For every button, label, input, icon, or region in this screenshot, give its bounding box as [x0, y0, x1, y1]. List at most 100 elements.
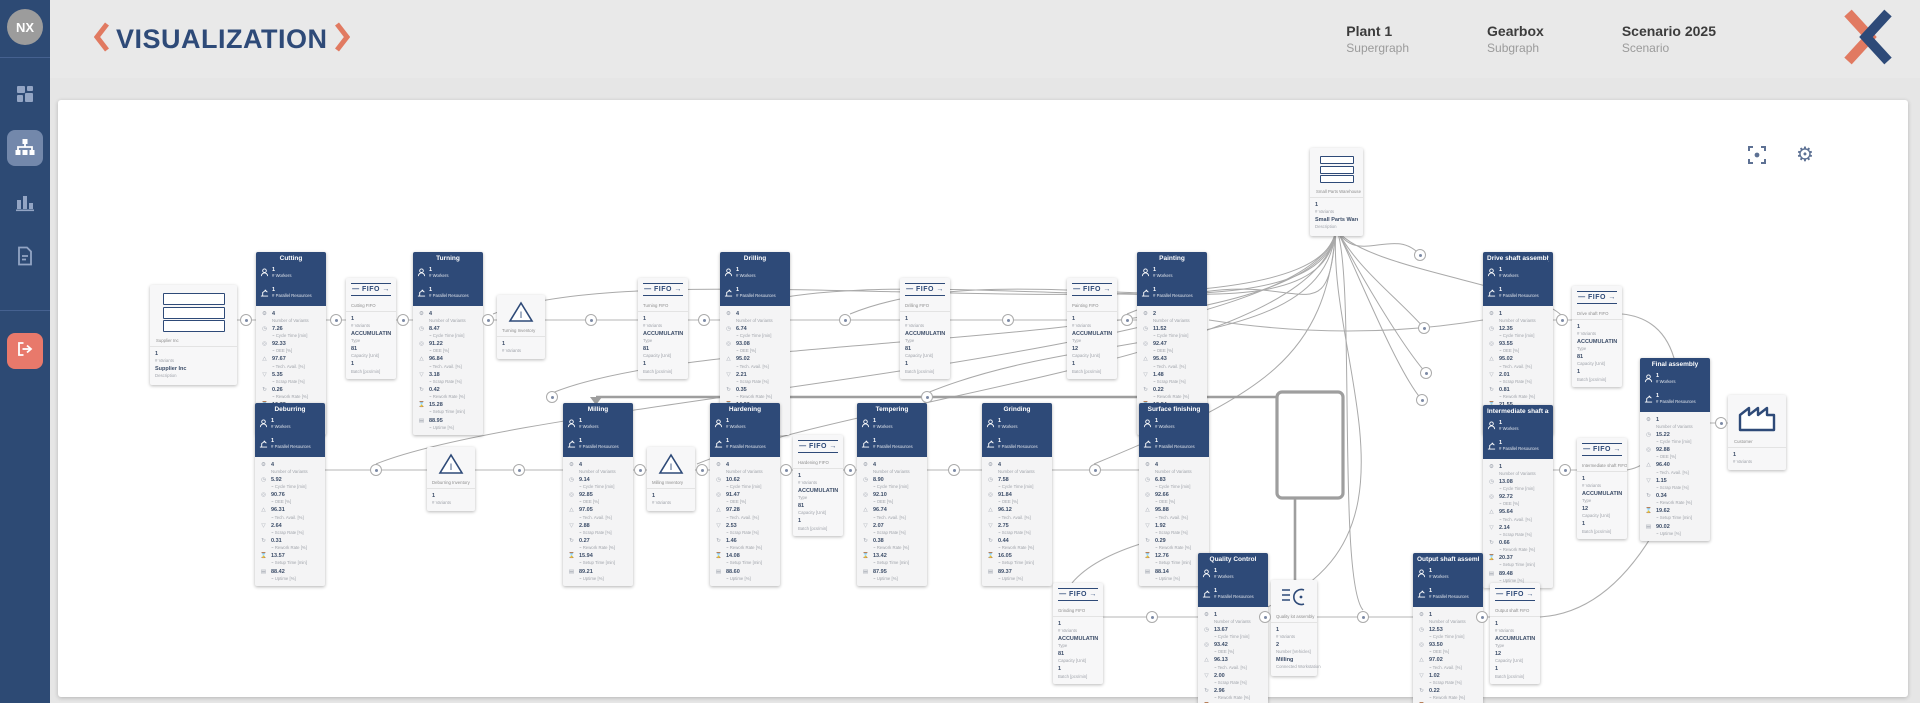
machine-icon	[1644, 390, 1653, 408]
fifo-glyph: — FIFO →	[1577, 291, 1617, 304]
process-box-final-assembly[interactable]: Final assembly1# Workers1# Parallel Reso…	[1640, 358, 1710, 541]
metric-value: 89.21	[579, 569, 604, 576]
fifo-value: 1	[1577, 324, 1617, 331]
junction-node[interactable]	[1414, 249, 1426, 261]
junction-node[interactable]	[482, 314, 494, 326]
fifo-row: 1# Variants	[1490, 619, 1540, 634]
metric-label: ~ Scrap Rate [%]	[998, 530, 1031, 535]
process-box-quality-control[interactable]: Quality Control1# Workers1# Parallel Res…	[1198, 553, 1268, 703]
junction-node[interactable]	[513, 464, 525, 476]
junction-node[interactable]	[397, 314, 409, 326]
metric-row: ◷9.14~ Cycle Time [min]	[563, 475, 633, 490]
metric-value: 13.67	[1214, 627, 1249, 634]
metric-label: Number of Variants	[998, 469, 1035, 474]
clock-icon: ◷	[1144, 477, 1151, 485]
fifo-box-grinding-fifo[interactable]: — FIFO →Grinding FIFO1# VariantsACCUMULA…	[1053, 583, 1103, 684]
fifo-value: 1	[1577, 369, 1617, 376]
gosee-box[interactable]: Quality lot assembly1# Variants2Number […	[1271, 580, 1317, 676]
context-scenario[interactable]: Scenario 2025 Scenario	[1622, 23, 1716, 55]
diagram-canvas[interactable]	[58, 100, 1908, 697]
junction-node[interactable]	[634, 464, 646, 476]
process-box-tempering[interactable]: Tempering1# Workers1# Parallel Resources…	[857, 403, 927, 586]
junction-node[interactable]	[330, 314, 342, 326]
logout-button[interactable]	[7, 333, 43, 369]
junction-node[interactable]	[1476, 611, 1488, 623]
metric-row: ◷5.92~ Cycle Time [min]	[255, 475, 325, 490]
fifo-label: Type	[1577, 346, 1617, 351]
fit-view-button[interactable]	[1744, 144, 1770, 170]
junction-node[interactable]	[1418, 322, 1430, 334]
process-box-output-shaft-assembly[interactable]: Output shaft assembly1# Workers1# Parall…	[1413, 553, 1483, 703]
fifo-box-turning-fifo[interactable]: — FIFO →Turning FIFO1# VariantsACCUMULAT…	[638, 278, 688, 379]
settings-button[interactable]: ⚙	[1792, 142, 1818, 168]
junction-node[interactable]	[921, 391, 933, 403]
metric-row: △95.02~ Tech. Avail. [%]	[1483, 355, 1553, 370]
fifo-box-intermediate-shaft-fifo[interactable]: — FIFO →Intermediate shaft FIFO1# Varian…	[1577, 438, 1627, 539]
junction-node[interactable]	[1416, 394, 1428, 406]
process-box-intermediate-shaft-assembly[interactable]: Intermediate shaft assembly1# Workers1# …	[1483, 405, 1553, 588]
sidebar-item-statistics[interactable]	[7, 184, 43, 220]
inventory-box-turning-inventory[interactable]: ITurning Inventory1# Variants	[497, 295, 545, 359]
process-header-row: 1# Parallel Resources	[567, 435, 629, 453]
junction-node[interactable]	[780, 464, 792, 476]
junction-node[interactable]	[1259, 611, 1271, 623]
junction-node[interactable]	[948, 464, 960, 476]
process-box-milling[interactable]: Milling1# Workers1# Parallel Resources⚙4…	[563, 403, 633, 586]
junction-node[interactable]	[1002, 314, 1014, 326]
junction-node[interactable]	[240, 314, 252, 326]
metric-value: 90.02	[1656, 524, 1681, 531]
station-warehouse[interactable]: Small Parts Warehouse1# VariantsSmall Pa…	[1310, 148, 1363, 236]
fifo-box-drive-shaft-fifo[interactable]: — FIFO →Drive shaft FIFO1# VariantsACCUM…	[1572, 286, 1622, 387]
junction-node[interactable]	[1357, 611, 1369, 623]
sidebar-item-dashboard[interactable]	[7, 76, 43, 112]
inventory-box-milling-inventory[interactable]: IMilling Inventory1# Variants	[647, 447, 695, 511]
junction-node[interactable]	[1559, 464, 1571, 476]
junction-node[interactable]	[1121, 314, 1133, 326]
process-box-grinding[interactable]: Grinding1# Workers1# Parallel Resources⚙…	[982, 403, 1052, 586]
process-box-deburring[interactable]: Deburring1# Workers1# Parallel Resources…	[255, 403, 325, 586]
metric-label: ~ Tech. Avail. [%]	[873, 515, 906, 520]
sidebar-item-visualization[interactable]	[7, 130, 43, 166]
process-metrics: ⚙4Number of Variants◷8.47~ Cycle Time [m…	[413, 306, 483, 435]
process-box-hardening[interactable]: Hardening1# Workers1# Parallel Resources…	[710, 403, 780, 586]
junction-node[interactable]	[839, 314, 851, 326]
fifo-box-painting-fifo[interactable]: — FIFO →Painting FIFO1# VariantsACCUMULA…	[1067, 278, 1117, 379]
context-supergraph[interactable]: Plant 1 Supergraph	[1346, 23, 1409, 55]
user-avatar[interactable]: NX	[7, 9, 43, 45]
fifo-label: Type	[1582, 498, 1622, 503]
junction-node[interactable]	[1089, 464, 1101, 476]
fifo-box-drilling-fifo[interactable]: — FIFO →Drilling FIFO1# VariantsACCUMULA…	[900, 278, 950, 379]
station-supplier[interactable]: Supplier Inc1# VariantsSupplier IncDescr…	[150, 285, 237, 385]
metric-value: 95.88	[1155, 507, 1188, 514]
metric-row: ⚙1Number of Variants	[1640, 415, 1710, 430]
junction-node[interactable]	[546, 391, 558, 403]
junction-node[interactable]	[696, 464, 708, 476]
junction-node[interactable]	[844, 464, 856, 476]
sidebar-item-report[interactable]	[7, 238, 43, 274]
scrap-icon: ▽	[1142, 372, 1149, 380]
fifo-rows: 1# VariantsACCUMULATINGFIFOType81Capacit…	[900, 312, 950, 379]
junction-node[interactable]	[698, 314, 710, 326]
metric-label: ~ OEE [%]	[1656, 454, 1676, 459]
fifo-glyph: — FIFO →	[1058, 588, 1098, 601]
fifo-value: ACCUMULATINGFIFO	[905, 331, 945, 338]
metric-label: Number of Variants	[272, 318, 309, 323]
process-box-turning[interactable]: Turning1# Workers1# Parallel Resources⚙4…	[413, 252, 483, 435]
fifo-row: ACCUMULATINGFIFOType	[1572, 337, 1622, 352]
junction-node[interactable]	[1146, 611, 1158, 623]
fifo-box-cutting-fifo[interactable]: — FIFO →Cutting FIFO1# VariantsACCUMULAT…	[346, 278, 396, 379]
station-customer[interactable]: Customer1# Variants	[1728, 395, 1786, 470]
junction-node[interactable]	[585, 314, 597, 326]
gear-icon: ⚙	[1488, 464, 1495, 472]
fifo-box-output-shaft-fifo[interactable]: — FIFO →Output shaft FIFO1# VariantsACCU…	[1490, 583, 1540, 684]
context-subgraph[interactable]: Gearbox Subgraph	[1487, 23, 1544, 55]
fifo-box-hardening-fifo[interactable]: — FIFO →Hardening FIFO1# VariantsACCUMUL…	[793, 435, 843, 536]
inventory-box-deburring-inventory[interactable]: IDeburring Inventory1# Variants	[427, 447, 475, 511]
junction-node[interactable]	[1556, 314, 1568, 326]
metric-label: ~ Scrap Rate [%]	[1499, 532, 1532, 537]
gauge-icon: ◎	[260, 492, 267, 500]
junction-node[interactable]	[1715, 417, 1727, 429]
junction-node[interactable]	[1420, 367, 1432, 379]
junction-node[interactable]	[370, 464, 382, 476]
machine-icon	[259, 435, 268, 453]
